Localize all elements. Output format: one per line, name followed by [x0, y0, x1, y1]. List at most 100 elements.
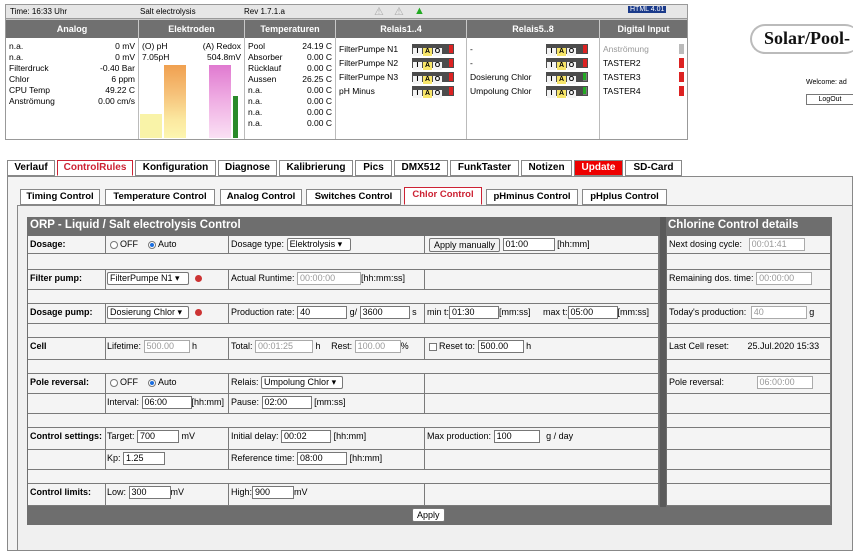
digital-indicator — [679, 86, 684, 96]
temperatures-column: Pool 24.19 C Absorber 0.00 C Rücklauf 0.00 … — [245, 38, 336, 139]
tab-verlauf[interactable]: Verlauf — [7, 160, 55, 176]
ph-label: (O) pH — [142, 41, 168, 51]
target-input[interactable]: 700 — [137, 430, 180, 444]
rest-field: 100.00 — [354, 340, 401, 354]
kp-input[interactable]: 1.25 — [123, 452, 166, 466]
digital-indicator — [679, 58, 684, 68]
electrodes-header: Elektroden — [139, 20, 244, 38]
apply-button[interactable]: Apply — [412, 508, 445, 522]
digital-indicator — [679, 44, 684, 54]
relay-switch[interactable]: IAO — [412, 44, 454, 56]
digital-indicator — [679, 72, 684, 82]
reset-to-input[interactable]: 500.00 — [477, 340, 524, 354]
tab-funktaster[interactable]: FunkTaster — [450, 160, 519, 176]
production-grams-input[interactable]: 40 — [297, 306, 348, 320]
ok-warning-icon: ▲ — [414, 5, 425, 17]
relay-switch[interactable]: IAO — [546, 58, 588, 70]
pause-input[interactable]: 02:00 — [261, 396, 312, 410]
remaining-time-field: 00:00:00 — [756, 272, 813, 286]
digital-column: Anströmung TASTER2 TASTER3 TASTER4 — [600, 38, 687, 139]
column-gap — [660, 217, 666, 507]
subtab-chlor[interactable]: Chlor Control — [404, 187, 482, 205]
apply-manually-button[interactable]: Apply manually — [429, 237, 501, 252]
dosage-auto-radio[interactable] — [148, 240, 156, 249]
electrodes-column: (O) pH 7.05pH (A) Redox 504.8mV — [139, 38, 245, 139]
interval-input[interactable]: 06:00 — [141, 396, 192, 410]
redox-value: 504.8mV — [206, 52, 241, 62]
relais14-header: Relais1..4 — [336, 20, 466, 38]
low-limit-input[interactable]: 300 — [128, 486, 171, 500]
subtab-switches[interactable]: Switches Control — [306, 189, 401, 205]
subtab-phplus[interactable]: pHplus Control — [582, 189, 667, 205]
time-display: Time: 16:33 Uhr — [10, 7, 68, 16]
max-time-input[interactable]: 05:00 — [567, 306, 618, 320]
details-title: Chlorine Control details — [668, 219, 799, 231]
subtab-temperature[interactable]: Temperature Control — [105, 189, 215, 205]
tab-dmx512[interactable]: DMX512 — [394, 160, 448, 176]
dosage-type-select[interactable]: Elektrolysis ▾ — [286, 238, 351, 252]
chlor-control-form: ORP - Liquid / Salt electrolysis Control… — [27, 217, 832, 525]
dosage-pump-status-icon — [195, 309, 202, 317]
relay-switch[interactable]: IAO — [412, 58, 454, 70]
today-production-field: 40 — [750, 306, 807, 320]
last-reset-value: 25.Jul.2020 15:33 — [747, 341, 820, 351]
tab-sdcard[interactable]: SD-Card — [625, 160, 682, 176]
pole-reversal-field: 06:00:00 — [756, 376, 813, 390]
tab-konfiguration[interactable]: Konfiguration — [135, 160, 216, 176]
pole-relais-select[interactable]: Umpolung Chlor ▾ — [261, 376, 344, 390]
logo: Solar/Pool- — [764, 28, 850, 48]
subtab-analog[interactable]: Analog Control — [220, 189, 302, 205]
relay-switch[interactable]: IAO — [546, 72, 588, 84]
relay-switch[interactable]: IAO — [412, 72, 454, 84]
tab-update[interactable]: Update — [574, 160, 623, 176]
relais14-column: FilterPumpe N1 IAO FilterPumpe N2 IAO Fi… — [336, 38, 467, 139]
filter-pump-status-icon — [195, 275, 202, 283]
warning-icon: ⚠ — [394, 6, 404, 18]
temperatures-header: Temperaturen — [245, 20, 335, 38]
redox-label: (A) Redox — [202, 41, 241, 51]
high-limit-input[interactable]: 900 — [252, 486, 295, 500]
revision: Rev 1.7.1.a — [244, 7, 285, 16]
digital-header: Digital Input — [600, 20, 687, 38]
subtab-phminus[interactable]: pHminus Control — [486, 189, 578, 205]
next-dosing-field: 00:01:41 — [748, 238, 805, 252]
status-panel: Time: 16:33 Uhr Salt electrolysis Rev 1.… — [5, 4, 688, 140]
tab-controlrules[interactable]: ControlRules — [57, 160, 133, 176]
initial-delay-input[interactable]: 00:02 — [281, 430, 332, 444]
tab-pics[interactable]: Pics — [355, 160, 392, 176]
total-time-field: 00:01:25 — [255, 340, 314, 354]
analog-column: n.a. 0 mV n.a. 0 mV Filterdruck -0.40 Bar C… — [6, 38, 139, 139]
ph-bar-low — [140, 114, 162, 138]
welcome-text: Welcome: ad — [806, 79, 847, 86]
reset-checkbox[interactable] — [429, 342, 437, 351]
reference-time-input[interactable]: 08:00 — [297, 452, 348, 466]
subtab-timing[interactable]: Timing Control — [20, 189, 100, 205]
orp-title: ORP - Liquid / Salt electrolysis Control — [30, 219, 241, 231]
dosage-off-radio[interactable] — [110, 240, 118, 249]
tab-diagnose[interactable]: Diagnose — [218, 160, 277, 176]
manual-time-input[interactable]: 01:00 — [502, 238, 555, 252]
filter-pump-select[interactable]: FilterPumpe N1 ▾ — [107, 272, 189, 286]
relais58-column: - IAO - IAO Dosierung Chlor IAO Umpolung… — [467, 38, 600, 139]
relay-switch[interactable]: IAO — [412, 86, 454, 98]
logout-button[interactable]: LogOut — [806, 94, 853, 105]
tab-kalibrierung[interactable]: Kalibrierung — [279, 160, 353, 176]
system-name: Salt electrolysis — [140, 7, 196, 16]
html-badge: HTML 4.01 — [628, 6, 667, 13]
redox-indicator — [233, 96, 238, 138]
dosage-pump-select[interactable]: Dosierung Chlor ▾ — [107, 306, 189, 320]
tab-notizen[interactable]: Notizen — [521, 160, 572, 176]
relay-switch[interactable]: IAO — [546, 86, 588, 98]
production-seconds-input[interactable]: 3600 — [359, 306, 410, 320]
max-production-input[interactable]: 100 — [493, 430, 540, 444]
min-time-input[interactable]: 01:30 — [449, 306, 500, 320]
pole-off-radio[interactable] — [110, 378, 118, 387]
ph-level-bar — [164, 65, 186, 138]
pole-auto-radio[interactable] — [148, 378, 156, 387]
relay-switch[interactable]: IAO — [546, 44, 588, 56]
status-topbar: Time: 16:33 Uhr Salt electrolysis Rev 1.… — [6, 5, 687, 19]
redox-level-bar — [209, 65, 231, 138]
warning-icon: ⚠ — [374, 6, 384, 18]
runtime-field: 00:00:00 — [297, 272, 362, 286]
ph-value: 7.05pH — [142, 52, 170, 62]
